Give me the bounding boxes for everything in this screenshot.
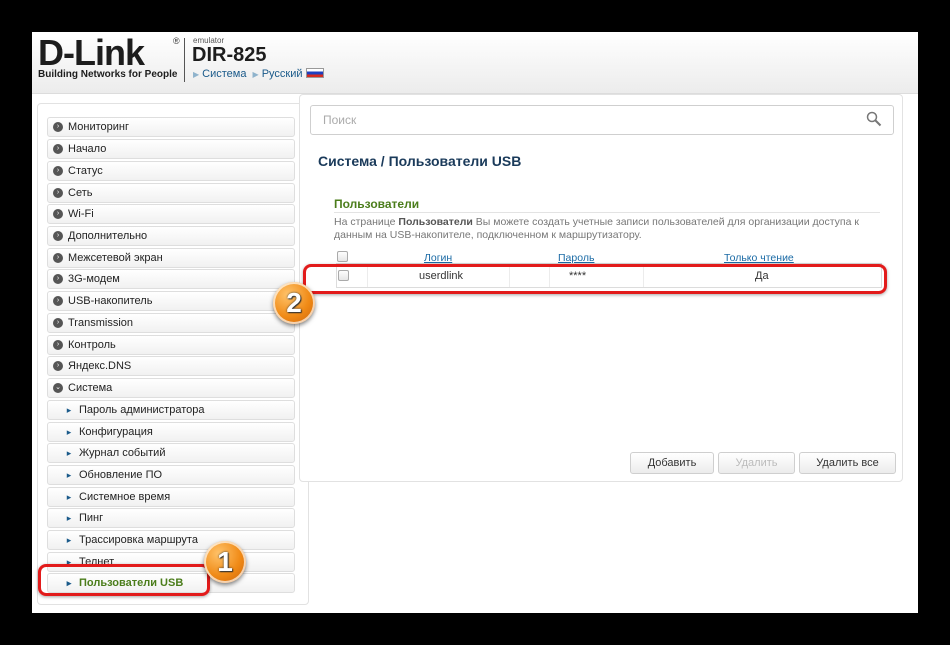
- router-web-ui: D-Link ® Building Networks for People em…: [32, 32, 918, 613]
- page-title: Система / Пользователи USB: [318, 153, 522, 169]
- sidebar-item-network[interactable]: › Сеть: [47, 183, 295, 203]
- section-title: Пользователи: [334, 197, 420, 211]
- arrow-right-icon: ▶: [252, 70, 259, 79]
- bullet-arrow-icon: ▸: [66, 513, 72, 523]
- sidebar-item-label: Начало: [68, 143, 107, 155]
- sidebar-item-label: Wi-Fi: [68, 208, 94, 220]
- logo-wordmark: D-Link: [38, 32, 145, 73]
- description-text: На странице: [334, 216, 399, 228]
- sidebar-item-label: Дополнительно: [68, 230, 148, 242]
- sidebar-item-label: Журнал событий: [79, 447, 166, 459]
- expand-icon: ›: [53, 361, 63, 371]
- sidebar-item-label: Межсетевой экран: [68, 252, 163, 264]
- bullet-arrow-icon: ▸: [66, 427, 72, 437]
- sidebar-subitem-configuration[interactable]: ▸ Конфигурация: [47, 422, 295, 442]
- bullet-arrow-icon: ▸: [66, 448, 72, 458]
- sidebar-item-label: Сеть: [68, 187, 93, 199]
- breadcrumb-system[interactable]: Система: [202, 68, 246, 80]
- sidebar-item-label: Конфигурация: [79, 426, 153, 438]
- registered-mark: ®: [173, 36, 180, 46]
- description-bold-text: Пользователи: [398, 216, 473, 228]
- expand-icon: ›: [53, 122, 63, 132]
- step-badge-1: 1: [204, 541, 246, 583]
- header-bar: D-Link ® Building Networks for People em…: [32, 32, 918, 94]
- expand-icon: ›: [53, 296, 63, 306]
- bullet-arrow-icon: ▸: [66, 405, 72, 415]
- expand-icon: ›: [53, 231, 63, 241]
- russian-flag-icon[interactable]: [305, 68, 324, 78]
- sidebar-item-label: Transmission: [68, 317, 133, 329]
- sidebar-item-label: Системное время: [79, 491, 171, 503]
- sidebar-item-usb-storage[interactable]: › USB-накопитель: [47, 291, 295, 311]
- sidebar-item-label: Пароль администратора: [79, 404, 205, 416]
- sidebar-subitem-system-time[interactable]: ▸ Системное время: [47, 487, 295, 507]
- sidebar-item-yandex-dns[interactable]: › Яндекс.DNS: [47, 356, 295, 376]
- sidebar-item-system[interactable]: ⌄ Система: [47, 378, 295, 398]
- breadcrumb: ▶ Система ▶ Русский: [193, 68, 324, 80]
- sidebar-item-label: Яндекс.DNS: [68, 360, 132, 372]
- collapse-icon: ⌄: [53, 383, 63, 393]
- highlight-user-row: [303, 264, 887, 294]
- sidebar-item-firewall[interactable]: › Межсетевой экран: [47, 248, 295, 268]
- expand-icon: ›: [53, 253, 63, 263]
- sidebar-item-3g-modem[interactable]: › 3G-модем: [47, 269, 295, 289]
- highlight-usb-users-item: [38, 564, 210, 596]
- language-selector[interactable]: Русский: [262, 68, 303, 80]
- sidebar-item-advanced[interactable]: › Дополнительно: [47, 226, 295, 246]
- delete-all-button[interactable]: Удалить все: [799, 452, 896, 474]
- bullet-arrow-icon: ▸: [66, 535, 72, 545]
- expand-icon: ›: [53, 144, 63, 154]
- expand-icon: ›: [53, 274, 63, 284]
- delete-button[interactable]: Удалить: [718, 452, 795, 474]
- sidebar-item-wifi[interactable]: › Wi-Fi: [47, 204, 295, 224]
- sidebar-item-label: 3G-модем: [68, 273, 120, 285]
- sidebar-item-label: Трассировка маршрута: [79, 534, 198, 546]
- sidebar-item-transmission[interactable]: › Transmission: [47, 313, 295, 333]
- sidebar-subitem-admin-password[interactable]: ▸ Пароль администратора: [47, 400, 295, 420]
- header-divider: [184, 38, 185, 82]
- sidebar-item-label: Статус: [68, 165, 103, 177]
- select-all-checkbox[interactable]: [337, 251, 348, 262]
- expand-icon: ›: [53, 340, 63, 350]
- expand-icon: ›: [53, 188, 63, 198]
- dlink-logo[interactable]: D-Link ® Building Networks for People: [38, 34, 188, 84]
- search-icon[interactable]: [866, 111, 882, 127]
- sidebar-subitem-event-log[interactable]: ▸ Журнал событий: [47, 443, 295, 463]
- add-button[interactable]: Добавить: [630, 452, 714, 474]
- sidebar-item-label: Мониторинг: [68, 121, 130, 133]
- search-input[interactable]: [310, 105, 894, 135]
- sidebar-item-label: USB-накопитель: [68, 295, 153, 307]
- sidebar-subitem-firmware-update[interactable]: ▸ Обновление ПО: [47, 465, 295, 485]
- sidebar-item-start[interactable]: › Начало: [47, 139, 295, 159]
- sidebar-item-label: Система: [68, 382, 113, 394]
- step-badge-2: 2: [273, 282, 315, 324]
- sidebar-subitem-traceroute[interactable]: ▸ Трассировка маршрута: [47, 530, 295, 550]
- expand-icon: ›: [53, 318, 63, 328]
- model-name: DIR-825: [192, 44, 267, 66]
- sidebar-item-label: Обновление ПО: [79, 469, 163, 481]
- section-description: На странице Пользователи Вы можете созда…: [334, 216, 880, 242]
- sidebar-item-label: Контроль: [68, 339, 116, 351]
- bullet-arrow-icon: ▸: [66, 470, 72, 480]
- section-divider: [334, 212, 880, 213]
- expand-icon: ›: [53, 166, 63, 176]
- bullet-arrow-icon: ▸: [66, 492, 72, 502]
- arrow-right-icon: ▶: [193, 70, 200, 79]
- expand-icon: ›: [53, 209, 63, 219]
- sidebar-item-control[interactable]: › Контроль: [47, 335, 295, 355]
- sidebar-subitem-ping[interactable]: ▸ Пинг: [47, 508, 295, 528]
- sidebar-item-label: Пинг: [79, 512, 104, 524]
- sidebar-item-status[interactable]: › Статус: [47, 161, 295, 181]
- sidebar-menu: › Мониторинг › Начало › Статус › Сеть › Wi-Fi…: [37, 103, 309, 605]
- logo-tagline: Building Networks for People: [38, 69, 178, 80]
- sidebar-item-monitoring[interactable]: › Мониторинг: [47, 117, 295, 137]
